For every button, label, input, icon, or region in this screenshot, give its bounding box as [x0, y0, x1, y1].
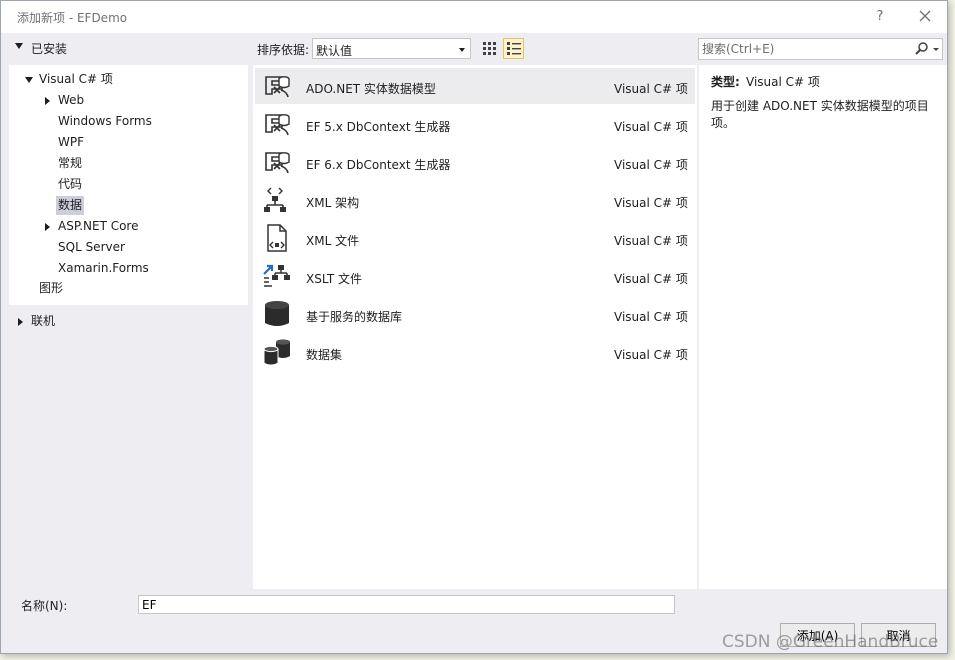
tree-node-graphics[interactable]: 图形 [9, 279, 248, 298]
search-input[interactable] [702, 41, 907, 57]
search-button[interactable] [914, 41, 940, 57]
tree-node-windows-forms[interactable]: Windows Forms [9, 112, 248, 131]
sort-by-label: 排序依据: [257, 43, 310, 57]
tree-node-data[interactable]: 数据 [9, 196, 248, 215]
chevron-down-icon [459, 48, 465, 52]
tree-node-label: SQL Server [58, 240, 125, 254]
template-name: ADO.NET 实体数据模型 [306, 82, 436, 96]
template-row-ado-net-entity-model[interactable]: ADO.NET 实体数据模型 Visual C# 项 [255, 68, 695, 104]
name-label: 名称(N): [21, 599, 68, 613]
template-name: XML 架构 [306, 196, 360, 210]
collapsed-caret-icon [45, 223, 50, 231]
template-language: Visual C# 项 [614, 196, 688, 210]
tree-node-label: Visual C# 项 [39, 72, 113, 86]
collapsed-caret-icon [18, 318, 23, 326]
tree-node-sql-server[interactable]: SQL Server [9, 238, 248, 257]
info-description: 用于创建 ADO.NET 实体数据模型的项目项。 [711, 99, 929, 130]
tree-node-wpf[interactable]: WPF [9, 133, 248, 152]
list-view-button[interactable] [503, 38, 524, 59]
tree-node-label: 图形 [39, 281, 64, 295]
title-bar: 添加新项 - EFDemo ? [1, 1, 947, 33]
template-row-dataset[interactable]: 数据集 Visual C# 项 [255, 334, 695, 370]
template-language: Visual C# 项 [614, 310, 688, 324]
installed-section-header[interactable]: 已安装 [9, 38, 249, 58]
info-type-label: 类型: [711, 75, 740, 89]
entity-model-icon [262, 110, 292, 138]
template-row-service-database[interactable]: 基于服务的数据库 Visual C# 项 [255, 296, 695, 332]
template-name: 基于服务的数据库 [306, 310, 403, 324]
tree-node-label: WPF [58, 135, 85, 149]
database-icon [262, 300, 292, 328]
window-title: 添加新项 - EFDemo [17, 11, 128, 25]
tree-node-label: 代码 [58, 177, 83, 191]
template-language: Visual C# 项 [614, 82, 688, 96]
expanded-caret-icon [25, 77, 33, 83]
grid-view-button[interactable] [479, 38, 500, 59]
template-row-ef5-dbcontext[interactable]: EF 5.x DbContext 生成器 Visual C# 项 [255, 106, 695, 142]
dataset-icon [262, 338, 292, 366]
tree-node-label: 常规 [58, 156, 83, 170]
tree-node-label: Web [58, 93, 85, 107]
installed-label: 已安装 [31, 42, 68, 56]
add-button[interactable]: 添加(A) [780, 623, 855, 647]
template-list: ADO.NET 实体数据模型 Visual C# 项 EF 5.x DbCont… [253, 65, 697, 589]
tree-node-label: ASP.NET Core [58, 219, 139, 233]
tree-node-label: Windows Forms [58, 114, 152, 128]
search-box [698, 38, 943, 60]
xml-file-icon [262, 224, 292, 252]
tree-node-label: 数据 [56, 196, 85, 215]
tree-node-label: 联机 [31, 314, 56, 328]
template-name: XSLT 文件 [306, 272, 363, 286]
template-language: Visual C# 项 [614, 234, 688, 248]
tree-node-code[interactable]: 代码 [9, 175, 248, 194]
template-language: Visual C# 项 [614, 120, 688, 134]
info-type-value: Visual C# 项 [746, 75, 820, 89]
template-row-xslt-file[interactable]: XSLT 文件 Visual C# 项 [255, 258, 695, 294]
entity-model-icon [262, 72, 292, 100]
grid-view-icon [483, 42, 496, 55]
add-new-item-dialog: 添加新项 - EFDemo ? 已安装 Visual C# 项 Web Wind… [0, 0, 948, 654]
search-icon [915, 42, 939, 55]
template-name: 数据集 [306, 348, 343, 362]
tree-node-label: Xamarin.Forms [58, 261, 149, 275]
template-language: Visual C# 项 [614, 272, 688, 286]
name-input[interactable] [138, 595, 675, 614]
template-info-pane: 类型: Visual C# 项 用于创建 ADO.NET 实体数据模型的项目项。 [699, 65, 947, 589]
template-row-xml-schema[interactable]: XML 架构 Visual C# 项 [255, 182, 695, 218]
cancel-button[interactable]: 取消 [861, 623, 936, 647]
xml-schema-icon [262, 186, 292, 214]
template-name: EF 6.x DbContext 生成器 [306, 158, 451, 172]
template-name: EF 5.x DbContext 生成器 [306, 120, 451, 134]
entity-model-icon [262, 148, 292, 176]
tree-node-aspnet-core[interactable]: ASP.NET Core [9, 217, 248, 236]
help-button[interactable]: ? [869, 7, 891, 27]
template-row-ef6-dbcontext[interactable]: EF 6.x DbContext 生成器 Visual C# 项 [255, 144, 695, 180]
sort-by-value: 默认值 [316, 44, 353, 58]
category-tree: Visual C# 项 Web Windows Forms WPF 常规 代码 … [9, 65, 248, 305]
template-row-xml-file[interactable]: XML 文件 Visual C# 项 [255, 220, 695, 256]
collapsed-caret-icon [45, 97, 50, 105]
close-button[interactable] [913, 6, 937, 28]
tree-node-visual-csharp[interactable]: Visual C# 项 [9, 70, 248, 89]
xslt-file-icon [262, 262, 292, 290]
close-icon [919, 10, 931, 22]
tree-node-xamarin-forms[interactable]: Xamarin.Forms [9, 259, 248, 278]
list-view-icon [507, 42, 521, 55]
template-name: XML 文件 [306, 234, 360, 248]
template-language: Visual C# 项 [614, 348, 688, 362]
template-language: Visual C# 项 [614, 158, 688, 172]
collapse-triangle-icon [15, 43, 23, 49]
tree-node-web[interactable]: Web [9, 91, 248, 110]
tree-node-online[interactable]: 联机 [9, 312, 248, 332]
tree-node-general[interactable]: 常规 [9, 154, 248, 173]
sort-by-dropdown[interactable]: 默认值 [312, 38, 471, 59]
